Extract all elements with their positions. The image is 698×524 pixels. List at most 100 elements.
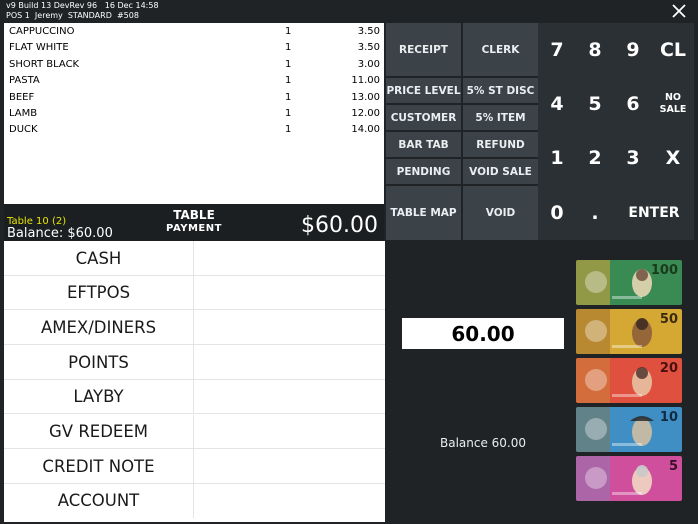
multiply-key[interactable]: X (652, 131, 694, 185)
close-icon[interactable] (669, 1, 689, 21)
sale-type-line2: PAYMENT (166, 223, 222, 234)
item-name: PASTA (9, 75, 40, 87)
item-name: DUCK (9, 124, 38, 136)
item-qty: 1 (285, 75, 292, 87)
price-level-button[interactable]: PRICE LEVEL (386, 78, 461, 103)
payment-label: EFTPOS (4, 275, 194, 310)
order-item-row[interactable]: LAMB 1 12.00 (4, 106, 384, 122)
payment-label: POINTS (4, 345, 194, 380)
tender-amount-input[interactable]: 60.00 (402, 318, 564, 349)
banknote-50[interactable]: 50 (576, 309, 682, 354)
item-name: CAPPUCCINO (9, 26, 75, 37)
payment-row-eftpos[interactable]: EFTPOS (4, 275, 385, 311)
pending-button[interactable]: PENDING (386, 159, 461, 184)
payment-row-cash[interactable]: CASH (4, 241, 385, 276)
item-name: SHORT BLACK (9, 58, 80, 70)
key-1[interactable]: 1 (538, 131, 576, 185)
no-sale-label-1: NO (664, 92, 682, 103)
order-item-row[interactable]: DUCK 1 14.00 (4, 122, 384, 138)
item-price: 11.00 (351, 75, 380, 87)
key-7[interactable]: 7 (538, 23, 576, 77)
payment-amount (195, 415, 385, 449)
sale-total: $60.00 (301, 213, 378, 238)
item-price: 14.00 (351, 124, 380, 136)
payment-amount (195, 484, 385, 518)
status-header: v9 Build 13 DevRev 96 16 Dec 14:58 POS 1… (0, 0, 698, 23)
st-discount-button[interactable]: 5% ST DISC (463, 78, 538, 103)
payment-amount (195, 276, 385, 310)
no-sale-key[interactable]: NO SALE (652, 77, 694, 131)
banknote-value: 50 (660, 312, 678, 327)
decimal-key[interactable]: . (576, 185, 614, 240)
key-2[interactable]: 2 (576, 131, 614, 185)
payment-label: GV REDEEM (4, 414, 194, 449)
table-map-button[interactable]: TABLE MAP (386, 186, 461, 240)
payment-row-credit-note[interactable]: CREDIT NOTE (4, 449, 385, 484)
item-price: 13.00 (351, 91, 380, 103)
banknote-20[interactable]: 20 (576, 358, 682, 403)
terminal-info: POS 1 Jeremy STANDARD #508 (6, 11, 139, 20)
enter-key[interactable]: ENTER (614, 185, 694, 240)
customer-button[interactable]: CUSTOMER (386, 105, 461, 130)
item-discount-button[interactable]: 5% ITEM (463, 105, 538, 130)
payment-row-gv-redeem[interactable]: GV REDEEM (4, 414, 385, 450)
order-item-row[interactable]: SHORT BLACK 1 3.00 (4, 57, 384, 73)
banknote-5[interactable]: 5 (576, 456, 682, 501)
payment-row-points[interactable]: POINTS (4, 345, 385, 380)
payment-amount (195, 345, 385, 379)
key-9[interactable]: 9 (614, 23, 652, 77)
key-8[interactable]: 8 (576, 23, 614, 77)
payment-amount (195, 241, 385, 275)
void-button[interactable]: VOID (463, 186, 538, 240)
order-list[interactable]: CAPPUCCINO 1 3.50 FLAT WHITE 1 3.50 SHOR… (4, 23, 384, 204)
item-price: 3.50 (357, 26, 380, 37)
banknote-value: 10 (660, 410, 678, 425)
order-item-row[interactable]: PASTA 1 11.00 (4, 73, 384, 89)
payment-row-amex-diners[interactable]: AMEX/DINERS (4, 310, 385, 346)
item-qty: 1 (285, 42, 292, 54)
key-3[interactable]: 3 (614, 131, 652, 185)
payment-amount (195, 380, 385, 414)
item-qty: 1 (285, 108, 292, 119)
sale-type-line1: TABLE (173, 208, 215, 222)
totals-bar: Table 10 (2) Balance: $60.00 TABLE PAYME… (4, 204, 384, 241)
clear-key[interactable]: CL (652, 23, 694, 77)
payment-row-layby[interactable]: LAYBY (4, 379, 385, 415)
key-4[interactable]: 4 (538, 77, 576, 131)
banknote-value: 100 (651, 263, 678, 278)
key-5[interactable]: 5 (576, 77, 614, 131)
void-sale-button[interactable]: VOID SALE (463, 159, 538, 184)
payment-amount (195, 310, 385, 344)
payment-row-account[interactable]: ACCOUNT (4, 483, 385, 519)
banknote-100[interactable]: 100 (576, 260, 682, 305)
payment-amount (195, 449, 385, 483)
item-qty: 1 (285, 91, 292, 103)
payment-label: AMEX/DINERS (4, 310, 194, 345)
order-item-row[interactable]: BEEF 1 13.00 (4, 90, 384, 106)
refund-button[interactable]: REFUND (463, 132, 538, 157)
order-item-row[interactable]: FLAT WHITE 1 3.50 (4, 40, 384, 56)
item-qty: 1 (285, 26, 292, 37)
item-qty: 1 (285, 124, 292, 136)
no-sale-label-2: SALE (659, 104, 687, 115)
key-6[interactable]: 6 (614, 77, 652, 131)
payment-label: CREDIT NOTE (4, 449, 194, 484)
key-0[interactable]: 0 (538, 185, 576, 240)
payment-label: LAYBY (4, 379, 194, 414)
payment-method-list: CASH EFTPOS AMEX/DINERS POINTS LAYBY GV … (4, 241, 385, 522)
order-item-row[interactable]: CAPPUCCINO 1 3.50 (4, 24, 384, 40)
payment-label: ACCOUNT (4, 483, 194, 518)
clerk-button[interactable]: CLERK (463, 23, 538, 76)
item-price: 3.50 (357, 42, 380, 54)
banknote-10[interactable]: 10 (576, 407, 682, 452)
item-name: FLAT WHITE (9, 42, 69, 54)
payment-label: CASH (4, 241, 194, 275)
receipt-button[interactable]: RECEIPT (386, 23, 461, 76)
build-info: v9 Build 13 DevRev 96 16 Dec 14:58 (6, 1, 159, 10)
banknote-value: 5 (669, 459, 678, 474)
item-name: LAMB (9, 108, 38, 119)
item-qty: 1 (285, 58, 292, 70)
balance-label: Balance: $60.00 (7, 226, 113, 241)
item-price: 3.00 (357, 58, 380, 70)
bar-tab-button[interactable]: BAR TAB (386, 132, 461, 157)
